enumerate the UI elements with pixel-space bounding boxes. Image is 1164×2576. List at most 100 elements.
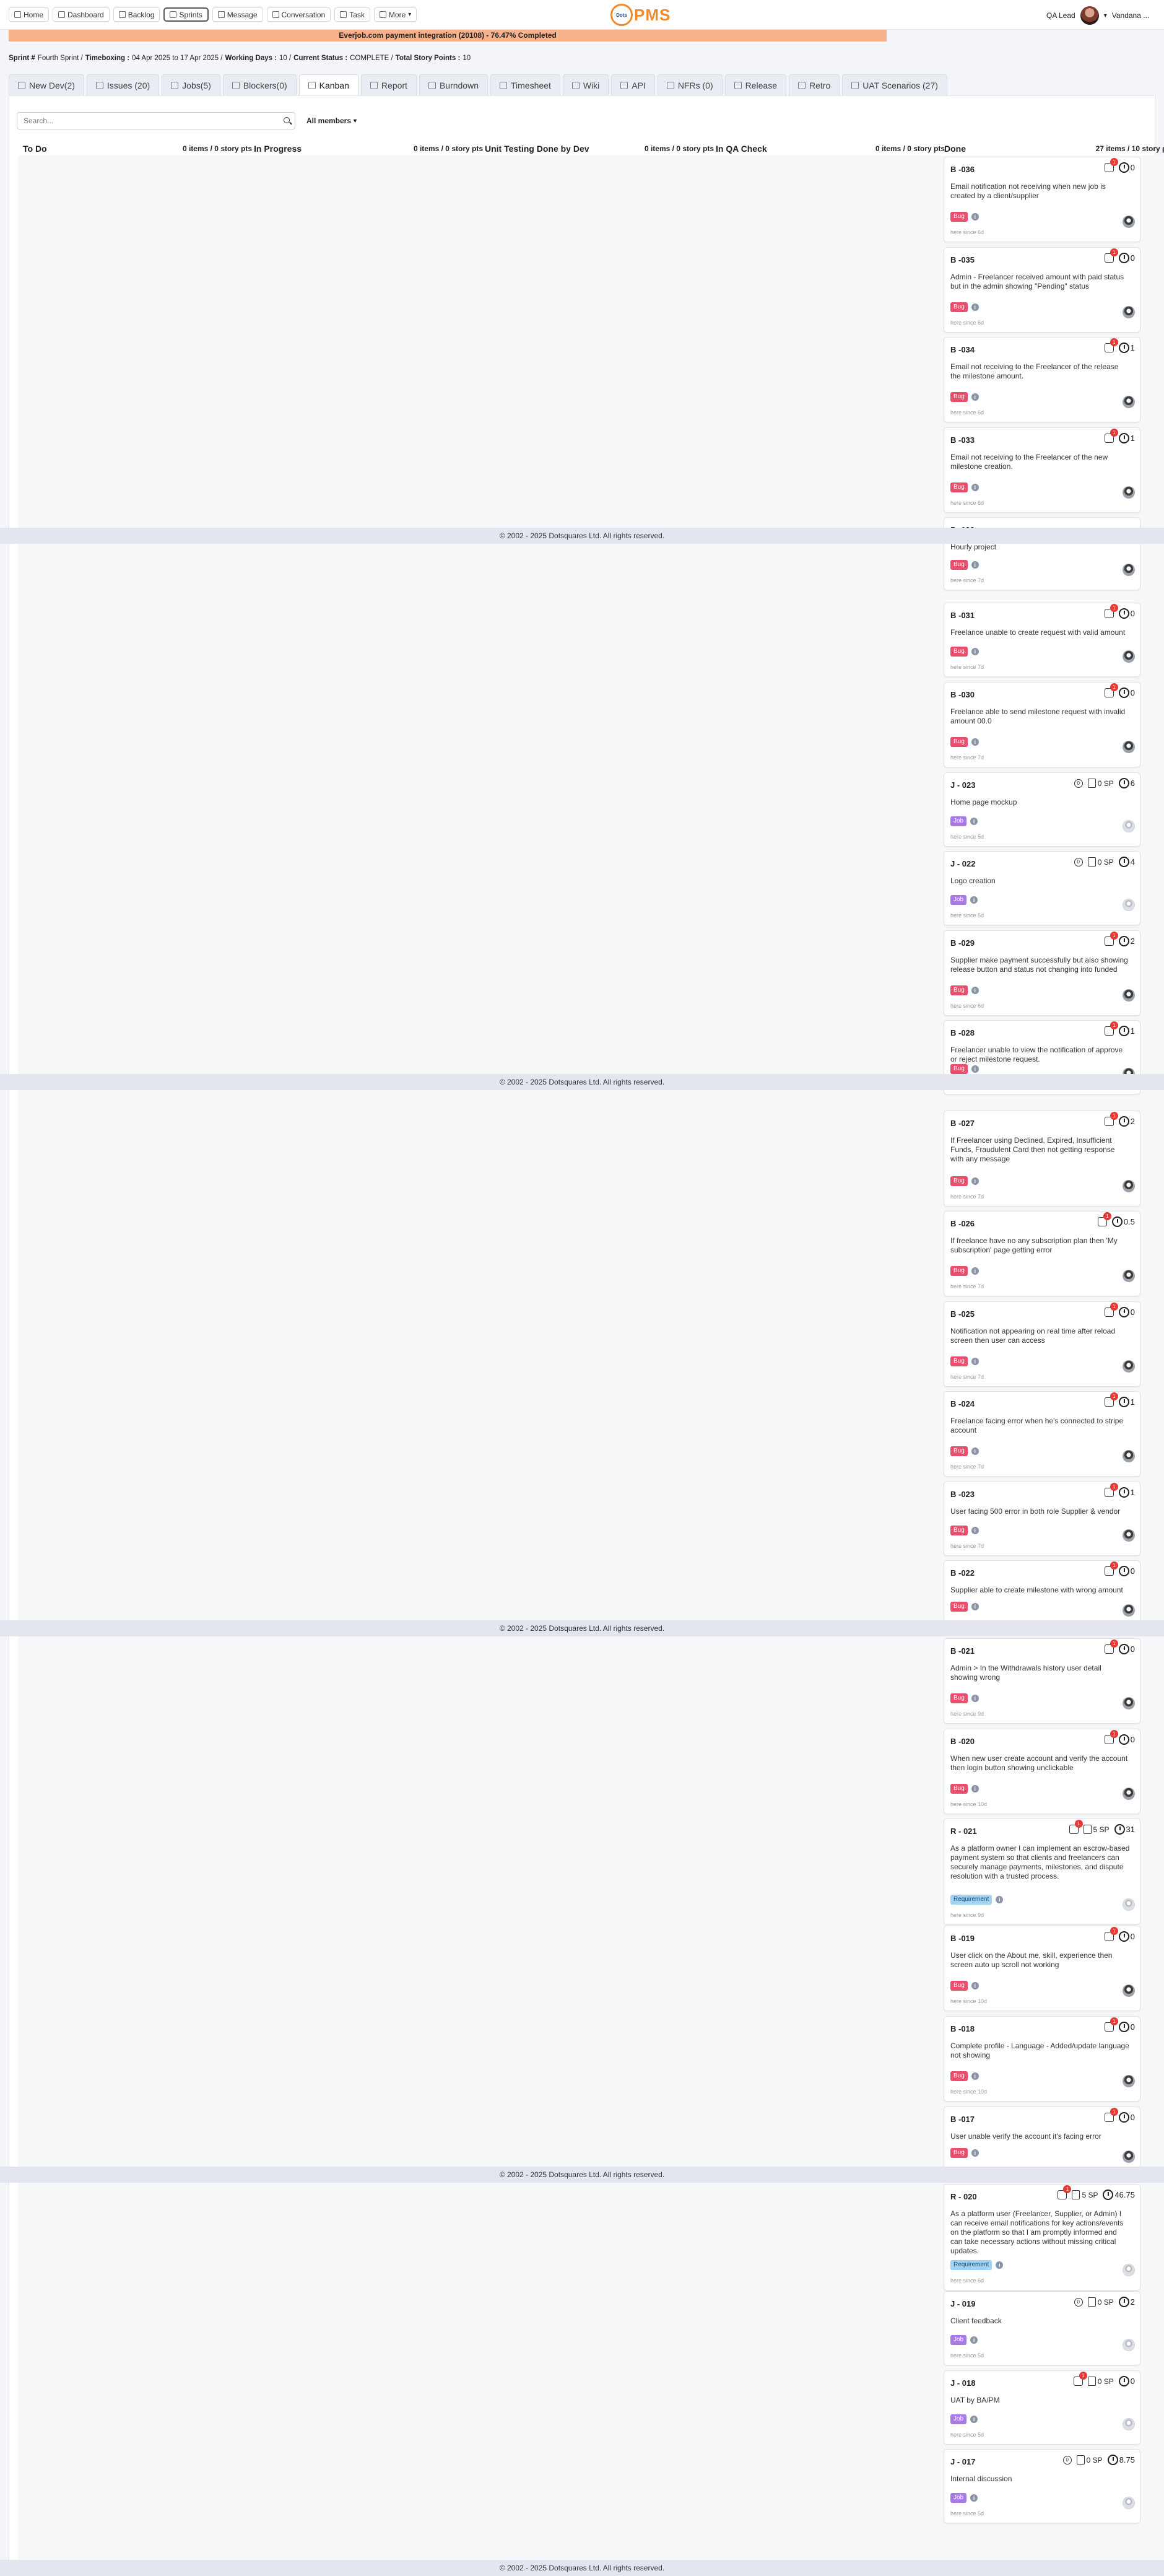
card-id[interactable]: B -029 [950, 938, 975, 948]
chat-icon[interactable]: 1 [1104, 683, 1118, 697]
chat-icon[interactable]: 1 [1104, 604, 1118, 618]
assignee-avatar[interactable] [1123, 1360, 1135, 1373]
assignee-avatar[interactable] [1123, 1984, 1135, 1997]
card-id[interactable]: J - 022 [950, 859, 975, 868]
card-id[interactable]: B -027 [950, 1119, 975, 1128]
card-id[interactable]: B -019 [950, 1934, 975, 1943]
kanban-card[interactable]: R - 020 15 SP 46.75 As a platform user (F… [944, 2184, 1140, 2290]
assignee-avatar[interactable] [1123, 899, 1135, 911]
tab-kanban[interactable]: Kanban [298, 74, 358, 95]
info-icon[interactable]: i [971, 484, 979, 491]
chat-icon[interactable]: 1 [1104, 1303, 1118, 1317]
assignee-avatar[interactable] [1123, 989, 1135, 1002]
nav-conversation[interactable]: Conversation [266, 7, 331, 22]
app-logo[interactable]: Dots PMS [610, 4, 671, 26]
assignee-avatar[interactable] [1123, 396, 1135, 408]
info-icon[interactable]: i [970, 2416, 978, 2423]
nav-more[interactable]: More ▾ [373, 7, 417, 22]
kanban-card[interactable]: B -027 12 If Freelancer using Declined, … [944, 1111, 1140, 1207]
tab-jobs[interactable]: Jobs(5) [162, 74, 220, 95]
kanban-card[interactable]: B -020 10 When new user create account a… [944, 1729, 1140, 1814]
assignee-avatar[interactable] [1123, 216, 1135, 228]
comments-icon[interactable]: 0 [1062, 2455, 1072, 2465]
card-id[interactable]: B -034 [950, 345, 975, 354]
tab-report[interactable]: Report [360, 74, 417, 95]
card-id[interactable]: R - 021 [950, 1827, 977, 1836]
card-id[interactable]: B -028 [950, 1028, 975, 1037]
info-icon[interactable]: i [971, 1447, 979, 1455]
info-icon[interactable]: i [970, 818, 978, 825]
card-id[interactable]: J - 019 [950, 2299, 975, 2308]
card-id[interactable]: B -023 [950, 1490, 975, 1499]
card-id[interactable]: B -017 [950, 2115, 975, 2124]
tab-timesheet[interactable]: Timesheet [490, 74, 560, 95]
kanban-card[interactable]: J - 023 0 0 SP 6 Home page mockup Job i he… [944, 772, 1140, 847]
chat-icon[interactable]: 1 [1104, 1021, 1118, 1036]
nav-sprints[interactable]: Sprints [163, 7, 209, 22]
nav-backlog[interactable]: Backlog [113, 7, 160, 22]
kanban-card[interactable]: R - 021 15 SP 31 As a platform owner I ca… [944, 1818, 1140, 1925]
kanban-card[interactable]: B -021 10 Admin > In the Withdrawals his… [944, 1638, 1140, 1724]
info-icon[interactable]: i [971, 561, 979, 569]
info-icon[interactable]: i [996, 1896, 1004, 1903]
info-icon[interactable]: i [971, 1603, 979, 1610]
kanban-card[interactable]: B -031 10 Freelance unable to create req… [944, 603, 1140, 677]
info-icon[interactable]: i [971, 1785, 979, 1792]
tab-api[interactable]: API [611, 74, 655, 95]
card-id[interactable]: B -018 [950, 2024, 975, 2033]
chat-icon[interactable]: 1 [1104, 429, 1118, 443]
info-icon[interactable]: i [971, 1982, 979, 1989]
nav-message[interactable]: Message [212, 7, 263, 22]
assignee-avatar[interactable] [1123, 1788, 1135, 1800]
kanban-card[interactable]: B -033 11 Email not receiving to the Fre… [944, 427, 1140, 513]
assignee-avatar[interactable] [1123, 2497, 1135, 2509]
comments-icon[interactable]: 0 [1074, 2297, 1083, 2307]
card-id[interactable]: J - 018 [950, 2378, 975, 2388]
chat-icon[interactable]: 1 [1069, 1820, 1083, 1834]
nav-home[interactable]: Home [9, 7, 50, 22]
kanban-card[interactable]: J - 019 0 0 SP 2 Client feedback Job i her… [944, 2291, 1140, 2365]
info-icon[interactable]: i [971, 393, 979, 401]
assignee-avatar[interactable] [1123, 1898, 1135, 1911]
kanban-card[interactable]: B -029 12 Supplier make payment successf… [944, 930, 1140, 1016]
tab-new-dev[interactable]: New Dev(2) [9, 74, 84, 95]
kanban-card[interactable]: B -036 10 Email notification not receivi… [944, 157, 1140, 242]
info-icon[interactable]: i [971, 2072, 979, 2080]
column-unit-testing[interactable] [480, 155, 711, 2565]
info-icon[interactable]: i [971, 1177, 979, 1185]
tab-burndown[interactable]: Burndown [419, 74, 488, 95]
kanban-card[interactable]: B -017 10 User unable verify the account… [944, 2107, 1140, 2168]
card-id[interactable]: B -024 [950, 1399, 975, 1408]
card-id[interactable]: R - 020 [950, 2192, 977, 2201]
kanban-card[interactable]: B -030 10 Freelance able to send milesto… [944, 682, 1140, 767]
chat-icon[interactable]: 1 [1104, 338, 1118, 352]
info-icon[interactable]: i [970, 2494, 978, 2502]
kanban-card[interactable]: B -035 10 Admin - Freelancer received am… [944, 247, 1140, 333]
info-icon[interactable]: i [971, 1065, 979, 1073]
assignee-avatar[interactable] [1123, 2150, 1135, 2163]
card-id[interactable]: B -026 [950, 1219, 975, 1228]
chat-icon[interactable]: 1 [1104, 158, 1118, 172]
card-id[interactable]: J - 017 [950, 2457, 975, 2466]
card-id[interactable]: B -025 [950, 1309, 975, 1319]
comments-icon[interactable]: 0 [1074, 857, 1083, 867]
info-icon[interactable]: i [996, 2261, 1004, 2269]
card-id[interactable]: B -031 [950, 611, 975, 620]
tab-uat-scenarios[interactable]: UAT Scenarios (27) [842, 74, 947, 95]
info-icon[interactable]: i [971, 1267, 979, 1275]
info-icon[interactable]: i [971, 987, 979, 994]
assignee-avatar[interactable] [1123, 2418, 1135, 2430]
kanban-card[interactable]: B -019 10 User click on the About me, sk… [944, 1926, 1140, 2011]
assignee-avatar[interactable] [1123, 741, 1135, 753]
assignee-avatar[interactable] [1123, 650, 1135, 663]
kanban-card[interactable]: B -023 11 User facing 500 error in both … [944, 1482, 1140, 1556]
kanban-card[interactable]: B -025 10 Notification not appearing on … [944, 1301, 1140, 1387]
assignee-avatar[interactable] [1123, 2339, 1135, 2351]
assignee-avatar[interactable] [1123, 2075, 1135, 2087]
info-icon[interactable]: i [971, 1358, 979, 1365]
kanban-card[interactable]: B -034 11 Email not receiving to the Fre… [944, 337, 1140, 422]
assignee-avatar[interactable] [1123, 820, 1135, 832]
info-icon[interactable]: i [971, 738, 979, 746]
card-id[interactable]: B -020 [950, 1737, 975, 1746]
info-icon[interactable]: i [971, 303, 979, 311]
